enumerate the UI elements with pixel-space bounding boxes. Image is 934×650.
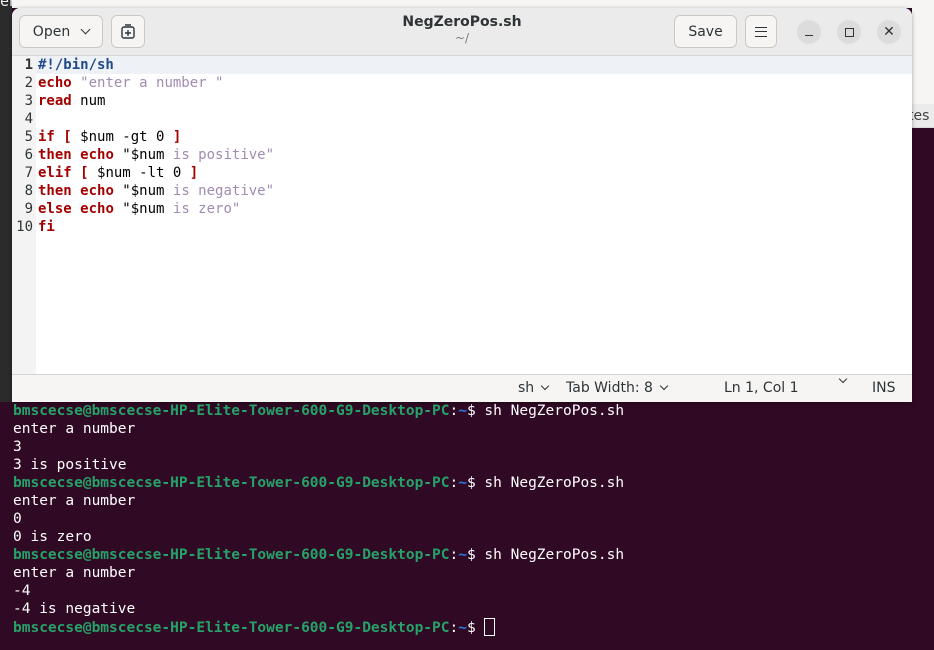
background-tab-fragment[interactable]: tes: [912, 104, 934, 128]
save-button[interactable]: Save: [674, 15, 737, 48]
terminal-command: $ sh NegZeroPos.sh: [466, 475, 625, 491]
code-line[interactable]: 4: [12, 110, 912, 128]
prompt-user-host: bmscecse@bmscecse-HP-Elite-Tower-600-G9-…: [13, 620, 450, 636]
maximize-button[interactable]: [837, 20, 861, 44]
window-title: NegZeroPos.sh: [402, 14, 522, 30]
chevron-down-icon: [80, 24, 91, 35]
line-number: 4: [24, 111, 33, 127]
code-line[interactable]: 6 then echo "$num is positive": [12, 146, 912, 164]
window-subtitle: ~/: [454, 31, 470, 45]
cursor-position-dropdown[interactable]: [832, 374, 848, 384]
background-window-right: tes: [912, 0, 934, 402]
window-title-block: NegZeroPos.sh ~/: [312, 14, 612, 45]
close-button[interactable]: ✕: [877, 20, 901, 44]
code-text: then echo "$num is positive": [38, 147, 275, 163]
main-menu-button[interactable]: [745, 15, 777, 48]
terminal-prompt-line: bmscecse@bmscecse-HP-Elite-Tower-600-G9-…: [13, 475, 625, 491]
terminal-output-line: 3: [13, 439, 22, 455]
cursor-position-label: Ln 1, Col 1: [724, 380, 799, 396]
terminal-output[interactable]: bmscecse@bmscecse-HP-Elite-Tower-600-G9-…: [13, 402, 934, 650]
terminal-output-line: 3 is positive: [13, 457, 127, 473]
new-tab-icon: [121, 23, 135, 39]
prompt-user-host: bmscecse@bmscecse-HP-Elite-Tower-600-G9-…: [13, 547, 450, 563]
minimize-button[interactable]: [797, 20, 821, 44]
code-text: else echo "$num is zero": [38, 201, 241, 217]
chevron-down-icon: [838, 374, 848, 384]
language-selector[interactable]: sh: [518, 380, 550, 396]
code-line[interactable]: 1 #!/bin/sh: [12, 56, 912, 74]
minimize-icon: [805, 34, 813, 36]
code-line[interactable]: 5 if [ $num -gt 0 ]: [12, 128, 912, 146]
terminal-output-line: enter a number: [13, 493, 136, 509]
prompt-user-host: bmscecse@bmscecse-HP-Elite-Tower-600-G9-…: [13, 403, 450, 419]
new-tab-button[interactable]: [111, 15, 145, 48]
line-number: 3: [24, 93, 33, 109]
terminal-command: $ sh NegZeroPos.sh: [466, 403, 625, 419]
code-text: fi: [38, 219, 55, 235]
insert-mode-indicator[interactable]: INS: [872, 380, 896, 396]
hamburger-menu-icon: [755, 26, 767, 37]
line-number: 8: [24, 183, 33, 199]
status-bar: sh Tab Width: 8 Ln 1, Col 1 INS: [12, 374, 912, 402]
terminal-output-line: enter a number: [13, 421, 136, 437]
code-line[interactable]: 8 then echo "$num is negative": [12, 182, 912, 200]
prompt-path: ~: [458, 547, 467, 563]
maximize-icon: [844, 27, 854, 37]
code-text: elif [ $num -lt 0 ]: [38, 165, 199, 181]
code-line[interactable]: 7 elif [ $num -lt 0 ]: [12, 164, 912, 182]
terminal-prompt-line: bmscecse@bmscecse-HP-Elite-Tower-600-G9-…: [13, 618, 934, 636]
close-icon: ✕: [883, 24, 895, 40]
prompt-path: ~: [458, 403, 467, 419]
code-text: then echo "$num is negative": [38, 183, 275, 199]
background-terminal-right: [912, 128, 934, 402]
background-terminal-left: enter: [0, 0, 12, 402]
tab-width-selector[interactable]: Tab Width: 8: [566, 380, 669, 396]
terminal-output-line: enter a number: [13, 565, 136, 581]
terminal-output-line: 0: [13, 511, 22, 527]
header-bar: Open NegZeroPos.sh ~/ Save ✕: [12, 8, 912, 56]
prompt-path: ~: [458, 475, 467, 491]
open-button-label: Open: [32, 23, 71, 40]
terminal-prompt-line: bmscecse@bmscecse-HP-Elite-Tower-600-G9-…: [13, 403, 625, 419]
terminal-prompt-line: bmscecse@bmscecse-HP-Elite-Tower-600-G9-…: [13, 547, 625, 563]
line-number: 6: [24, 147, 33, 163]
prompt-user-host: bmscecse@bmscecse-HP-Elite-Tower-600-G9-…: [13, 475, 450, 491]
line-number: 10: [16, 219, 33, 235]
code-text: if [ $num -gt 0 ]: [38, 129, 182, 145]
text-editor-window: Open NegZeroPos.sh ~/ Save ✕ 1 #!/bin/sh…: [12, 8, 912, 402]
open-button[interactable]: Open: [19, 15, 103, 48]
code-editor[interactable]: 1 #!/bin/sh 2 echo "enter a number " 3 read n…: [12, 56, 912, 374]
background-tab-label: tes: [912, 108, 930, 124]
code-line[interactable]: 3 read num: [12, 92, 912, 110]
terminal-command: $: [466, 620, 485, 636]
terminal-output-line: -4 is negative: [13, 601, 136, 617]
language-label: sh: [518, 380, 535, 396]
line-number: 7: [24, 165, 33, 181]
terminal-cursor: [484, 618, 496, 636]
terminal-output-line: 0 is zero: [13, 529, 92, 545]
background-text-fragment: enter: [0, 0, 12, 10]
terminal-command: $ sh NegZeroPos.sh: [466, 547, 625, 563]
terminal-output-line: -4: [13, 583, 31, 599]
tab-width-label: Tab Width: 8: [566, 380, 653, 396]
chevron-down-icon: [540, 381, 550, 391]
chevron-down-icon: [659, 381, 669, 391]
code-text: echo "enter a number ": [38, 75, 224, 91]
code-line[interactable]: 9 else echo "$num is zero": [12, 200, 912, 218]
background-window-edge: [0, 0, 934, 8]
code-text: read num: [38, 93, 106, 109]
prompt-path: ~: [458, 620, 467, 636]
code-line[interactable]: 2 echo "enter a number ": [12, 74, 912, 92]
line-number: 2: [24, 75, 33, 91]
cursor-position-selector[interactable]: Ln 1, Col 1: [724, 380, 799, 396]
line-number: 9: [24, 201, 33, 217]
code-text: #!/bin/sh: [38, 57, 114, 73]
code-line[interactable]: 10 fi: [12, 218, 912, 236]
line-number: 1: [24, 57, 33, 73]
line-number: 5: [24, 129, 33, 145]
